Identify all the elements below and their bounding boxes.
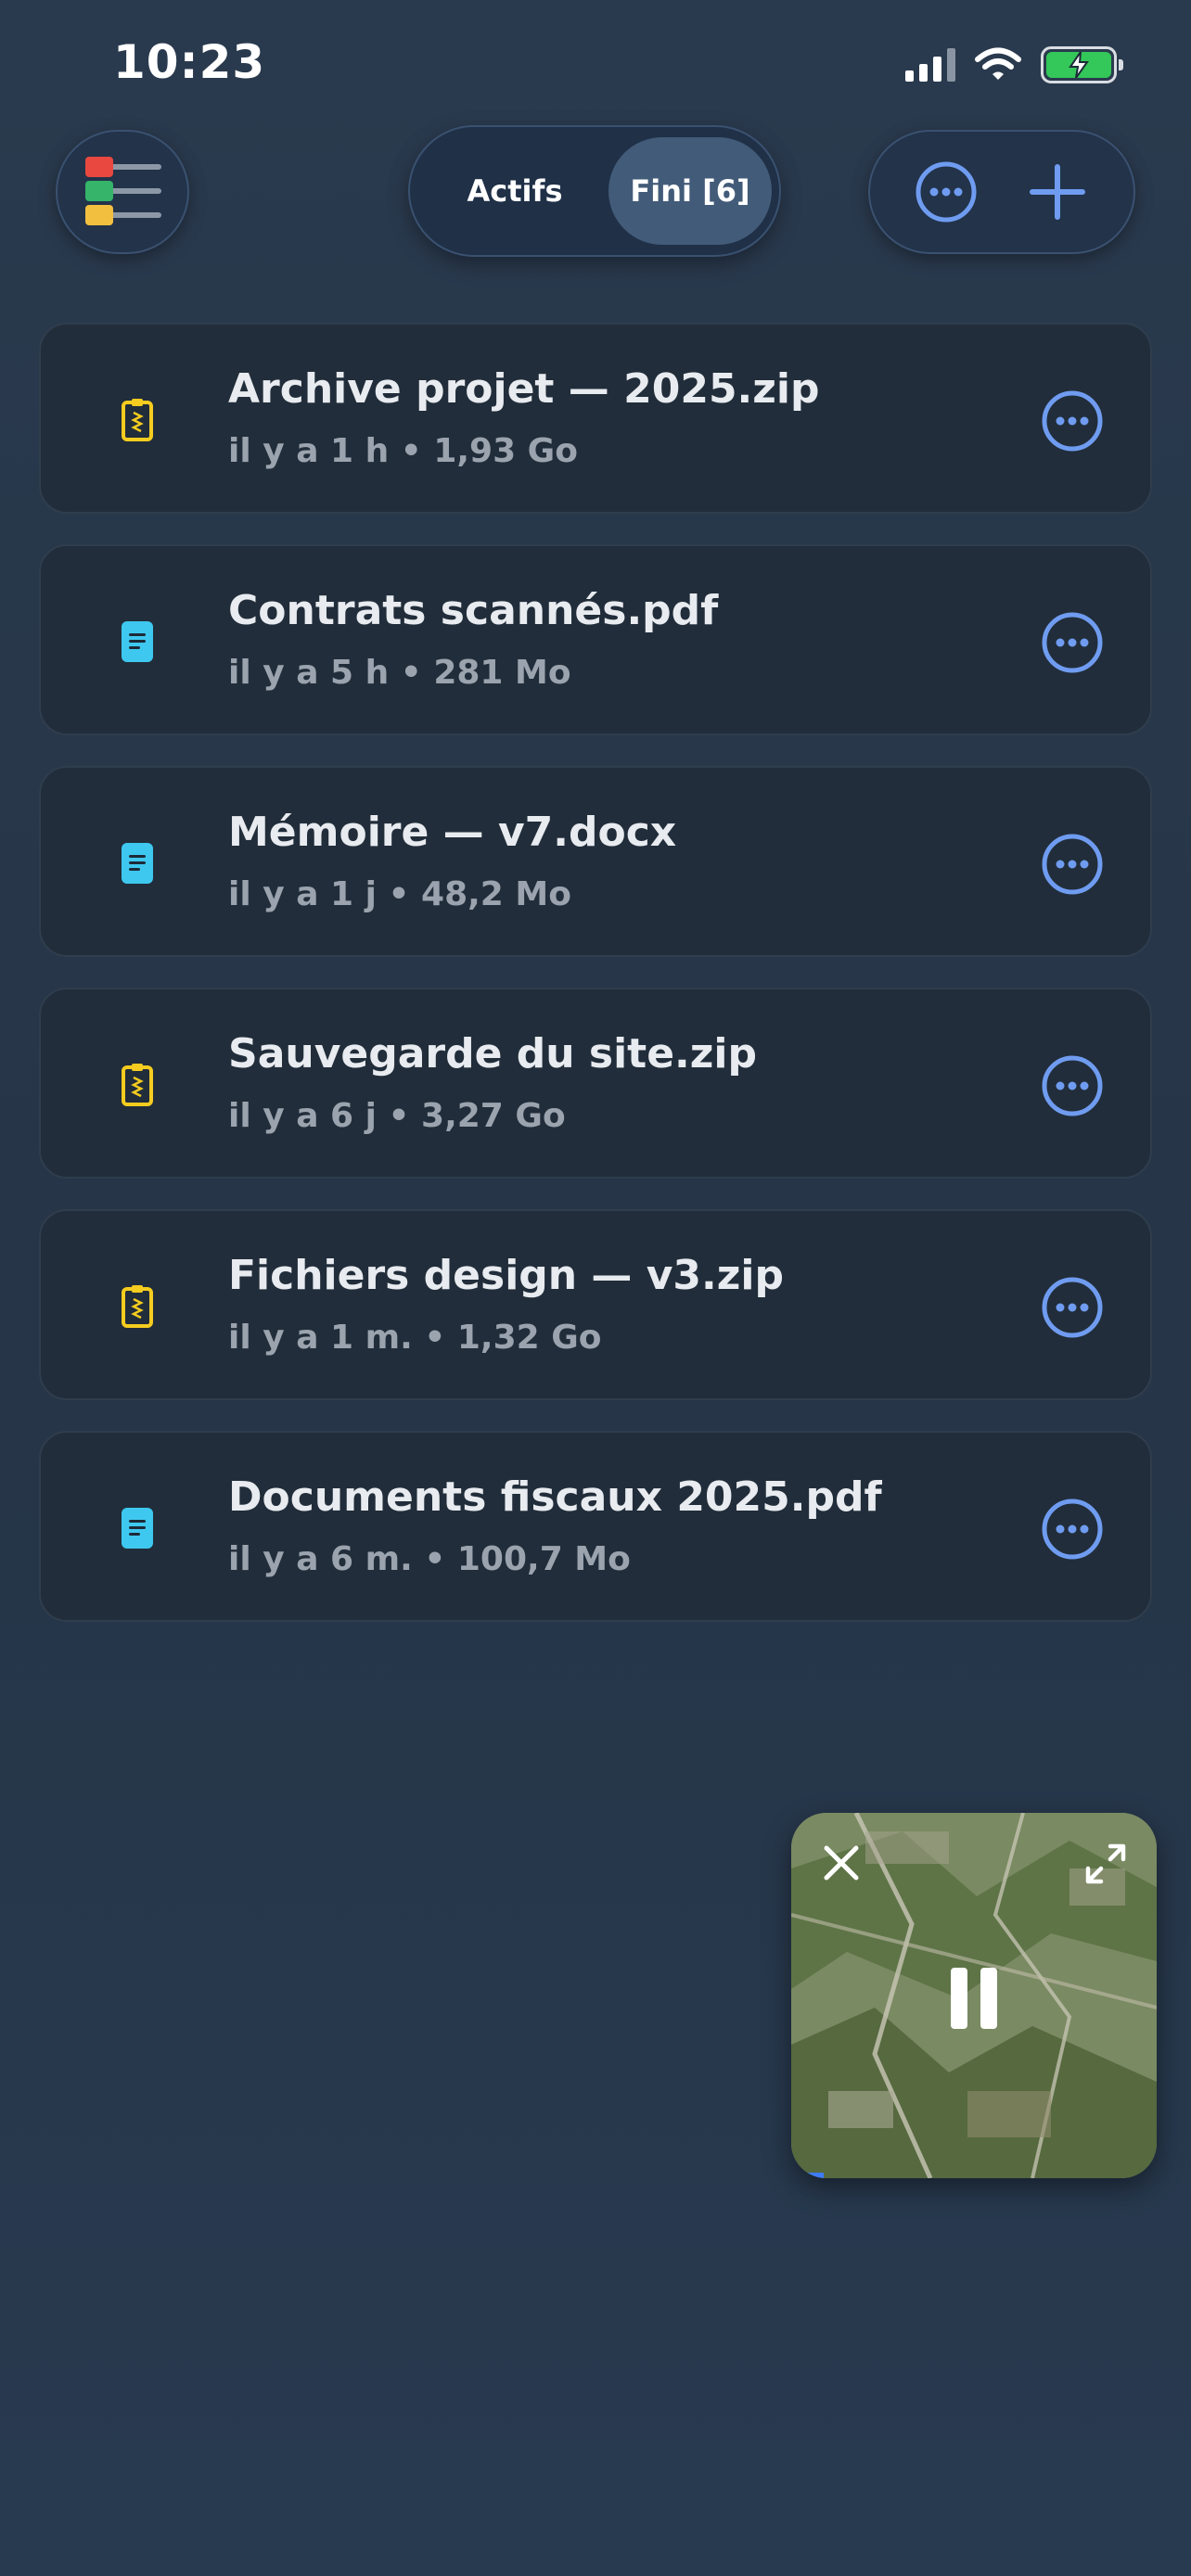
list-filter-icon bbox=[85, 157, 161, 225]
menu-button[interactable] bbox=[56, 130, 189, 254]
file-meta: il y a 6 m. • 100,7 Mo bbox=[228, 1540, 631, 1578]
wifi-icon bbox=[975, 47, 1021, 80]
cellular-signal-icon bbox=[905, 48, 955, 82]
expand-icon[interactable] bbox=[1082, 1841, 1129, 1887]
document-icon bbox=[115, 1502, 160, 1554]
zip-icon bbox=[115, 1059, 160, 1111]
file-name: Sauvegarde du site.zip bbox=[228, 1030, 757, 1078]
pause-icon[interactable] bbox=[949, 1966, 999, 2031]
document-icon bbox=[115, 616, 160, 668]
ellipsis-circle-icon[interactable] bbox=[1041, 611, 1104, 674]
zip-icon bbox=[115, 1281, 160, 1333]
ellipsis-circle-icon[interactable] bbox=[1041, 1054, 1104, 1117]
download-list: Archive projet — 2025.zip il y a 1 h • 1… bbox=[39, 323, 1152, 1652]
file-meta: il y a 1 m. • 1,32 Go bbox=[228, 1319, 602, 1357]
list-item[interactable]: Fichiers design — v3.zip il y a 1 m. • 1… bbox=[39, 1209, 1152, 1400]
file-name: Contrats scannés.pdf bbox=[228, 587, 719, 634]
list-item[interactable]: Documents fiscaux 2025.pdf il y a 6 m. •… bbox=[39, 1431, 1152, 1622]
list-item[interactable]: Contrats scannés.pdf il y a 5 h • 281 Mo bbox=[39, 544, 1152, 735]
plus-icon bbox=[1030, 164, 1085, 220]
charging-bolt-icon bbox=[1069, 52, 1089, 78]
status-bar: 10:23 bbox=[0, 0, 1191, 139]
zip-icon bbox=[115, 394, 160, 446]
file-name: Mémoire — v7.docx bbox=[228, 809, 677, 856]
ellipsis-circle-icon[interactable] bbox=[1041, 389, 1104, 453]
playback-progress-bar[interactable] bbox=[791, 2173, 825, 2178]
close-icon[interactable] bbox=[819, 1841, 864, 1885]
tab-fini[interactable]: Fini [6] bbox=[608, 137, 772, 245]
add-button[interactable] bbox=[1020, 155, 1095, 229]
ellipsis-circle-icon[interactable] bbox=[1041, 1276, 1104, 1339]
ellipsis-circle-icon[interactable] bbox=[1041, 1498, 1104, 1561]
tab-actifs[interactable]: Actifs bbox=[423, 137, 607, 245]
file-meta: il y a 6 j • 3,27 Go bbox=[228, 1097, 566, 1135]
file-meta: il y a 1 j • 48,2 Mo bbox=[228, 875, 571, 913]
file-meta: il y a 5 h • 281 Mo bbox=[228, 654, 571, 692]
file-name: Archive projet — 2025.zip bbox=[228, 365, 820, 413]
ellipsis-circle-icon bbox=[916, 161, 977, 223]
list-item[interactable]: Sauvegarde du site.zip il y a 6 j • 3,27… bbox=[39, 988, 1152, 1179]
ellipsis-circle-icon[interactable] bbox=[1041, 833, 1104, 896]
status-icons bbox=[905, 46, 1123, 83]
list-item[interactable]: Mémoire — v7.docx il y a 1 j • 48,2 Mo bbox=[39, 766, 1152, 957]
file-meta: il y a 1 h • 1,93 Go bbox=[228, 432, 578, 470]
battery-icon bbox=[1041, 46, 1123, 83]
more-options-button[interactable] bbox=[909, 155, 983, 229]
list-item[interactable]: Archive projet — 2025.zip il y a 1 h • 1… bbox=[39, 323, 1152, 514]
document-icon bbox=[115, 837, 160, 889]
toolbar-actions bbox=[868, 130, 1135, 254]
picture-in-picture-player[interactable] bbox=[791, 1813, 1157, 2178]
file-name: Documents fiscaux 2025.pdf bbox=[228, 1473, 882, 1521]
status-time: 10:23 bbox=[113, 35, 266, 89]
status-segmented-control: Actifs Fini [6] bbox=[408, 125, 781, 257]
file-name: Fichiers design — v3.zip bbox=[228, 1252, 784, 1299]
